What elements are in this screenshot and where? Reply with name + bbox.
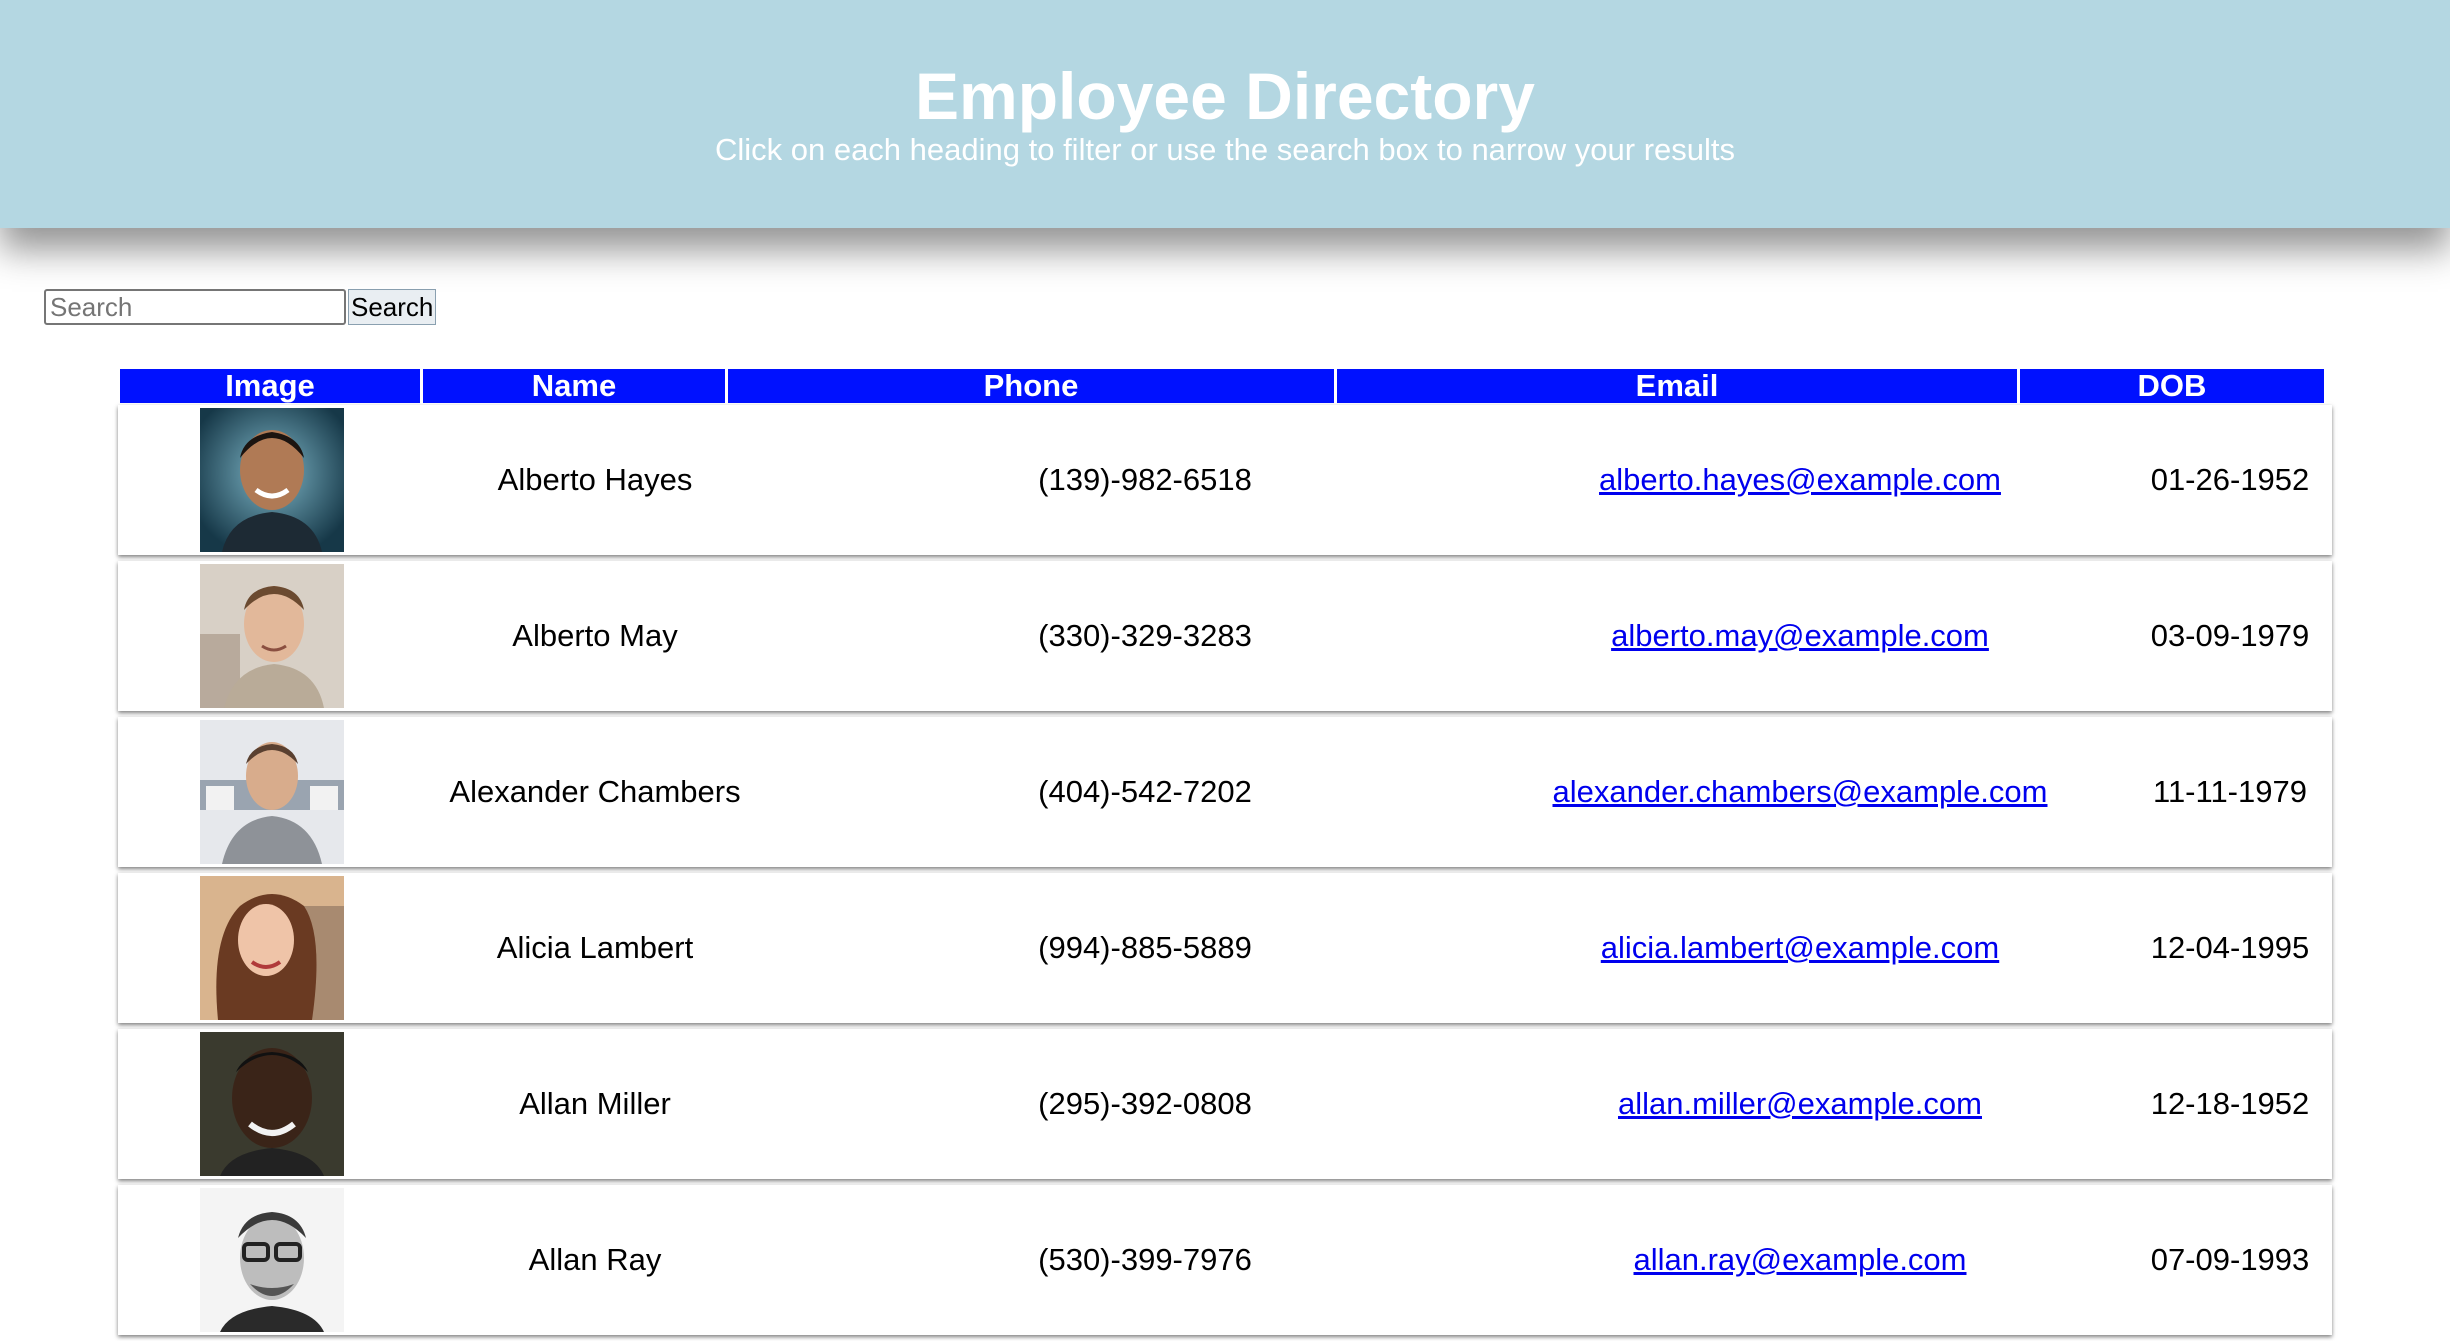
employee-phone: (139)-982-6518: [1038, 462, 1252, 497]
table-row: Allan Ray (530)-399-7976 allan.ray@examp…: [118, 1185, 2332, 1335]
table-header: Image Name Phone Email DOB: [118, 367, 2332, 405]
employee-email-link[interactable]: alicia.lambert@example.com: [1601, 930, 1999, 965]
employee-dob: 07-09-1993: [2150, 1242, 2310, 1277]
employee-name: Alberto Hayes: [497, 462, 693, 497]
column-header-name[interactable]: Name: [423, 369, 725, 403]
employee-dob: 01-26-1952: [2150, 462, 2310, 497]
employee-phone: (530)-399-7976: [1038, 1242, 1252, 1277]
table-row: Allan Miller (295)-392-0808 allan.miller…: [118, 1029, 2332, 1179]
employee-dob: 12-18-1952: [2150, 1086, 2310, 1121]
employee-email-link[interactable]: alberto.hayes@example.com: [1599, 462, 2001, 497]
page-header: Employee Directory Click on each heading…: [0, 0, 2450, 228]
employee-photo: [200, 408, 344, 552]
employee-email-link[interactable]: alexander.chambers@example.com: [1553, 774, 2048, 809]
column-header-image[interactable]: Image: [120, 369, 420, 403]
employee-name: Alexander Chambers: [449, 774, 741, 809]
employee-photo: [200, 564, 344, 708]
employee-name: Allan Miller: [519, 1086, 671, 1121]
employee-phone: (295)-392-0808: [1038, 1086, 1252, 1121]
employee-name: Alicia Lambert: [496, 930, 694, 965]
employee-email-link[interactable]: allan.ray@example.com: [1634, 1242, 1967, 1277]
employee-phone: (404)-542-7202: [1038, 774, 1252, 809]
employee-photo: [200, 876, 344, 1020]
search-button[interactable]: Search: [348, 289, 437, 325]
page-subtitle: Click on each heading to filter or use t…: [714, 132, 1736, 167]
column-header-dob[interactable]: DOB: [2020, 369, 2324, 403]
employee-email-link[interactable]: allan.miller@example.com: [1618, 1086, 1982, 1121]
column-header-phone[interactable]: Phone: [728, 369, 1334, 403]
employee-name: Alberto May: [512, 618, 678, 653]
employee-email-link[interactable]: alberto.may@example.com: [1611, 618, 1989, 653]
table-row: Alexander Chambers (404)-542-7202 alexan…: [118, 717, 2332, 867]
table-row: Alberto Hayes (139)-982-6518 alberto.hay…: [118, 405, 2332, 555]
employee-photo: [200, 1032, 344, 1176]
employee-dob: 12-04-1995: [2150, 930, 2310, 965]
employee-name: Allan Ray: [528, 1242, 662, 1277]
employee-table: Image Name Phone Email DOB Alberto Hayes…: [118, 367, 2332, 1341]
employee-dob: 11-11-1979: [2153, 774, 2307, 809]
employee-photo: [200, 1188, 344, 1332]
column-header-email[interactable]: Email: [1337, 369, 2017, 403]
page-title: Employee Directory: [915, 59, 1535, 133]
employee-phone: (330)-329-3283: [1038, 618, 1252, 653]
search-input[interactable]: [44, 289, 346, 325]
employee-phone: (994)-885-5889: [1038, 930, 1252, 965]
search-form: Search: [44, 289, 437, 325]
table-row: Alberto May (330)-329-3283 alberto.may@e…: [118, 561, 2332, 711]
employee-photo: [200, 720, 344, 864]
employee-dob: 03-09-1979: [2150, 618, 2310, 653]
table-row: Alicia Lambert (994)-885-5889 alicia.lam…: [118, 873, 2332, 1023]
